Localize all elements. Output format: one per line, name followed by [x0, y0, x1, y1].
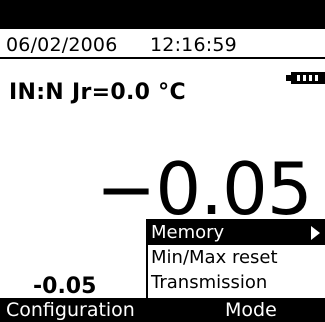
softkey-bar: Configuration Mode	[0, 298, 325, 322]
date-text: 06/02/2006	[6, 34, 118, 56]
menu-item-label: Memory	[151, 222, 225, 243]
battery-full-icon	[285, 70, 325, 87]
submenu-arrow-icon	[311, 226, 320, 240]
time-text: 12:16:59	[150, 34, 237, 56]
status-divider	[0, 57, 325, 59]
menu-item-memory[interactable]: Memory	[148, 221, 325, 245]
mode-softkey[interactable]: Mode	[225, 298, 277, 322]
popup-menu: Memory Min/Max reset Transmission	[146, 219, 325, 298]
main-reading: −0.05	[96, 147, 313, 231]
menu-item-label: Min/Max reset	[151, 247, 278, 268]
configuration-softkey[interactable]: Configuration	[6, 298, 135, 322]
menu-item-label: Transmission	[151, 272, 268, 293]
menu-item-minmax-reset[interactable]: Min/Max reset	[148, 246, 325, 270]
menu-item-transmission[interactable]: Transmission	[148, 271, 325, 295]
channel-info: IN:N Jr=0.0 °C	[9, 80, 186, 105]
status-row: 06/02/2006 12:16:59	[0, 34, 325, 84]
secondary-reading: -0.05	[33, 274, 97, 299]
top-bar	[0, 0, 325, 29]
device-screen: 06/02/2006 12:16:59 IN:N Jr=0.0 °C −0.05…	[0, 0, 325, 322]
